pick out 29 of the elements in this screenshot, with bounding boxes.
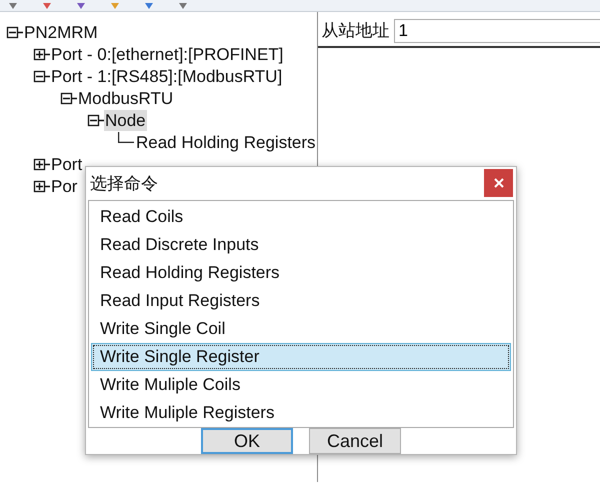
field-label: 从站地址 [322,20,390,42]
close-icon [494,178,504,188]
command-item[interactable]: Read Coils [91,202,511,231]
tree-item[interactable]: Por [50,176,78,196]
toolbar-icon[interactable] [144,2,154,10]
slave-address-field[interactable]: 1 [394,18,600,43]
dialog-title: 选择命令 [90,172,158,195]
command-item[interactable]: Read Input Registers [91,286,511,315]
toolbar-icon[interactable] [8,2,18,10]
tree-item[interactable]: PN2MRM [23,22,99,42]
toolbar-icon[interactable] [178,2,188,10]
command-item[interactable]: Write Single Register [91,342,511,371]
ok-button[interactable]: OK [201,428,293,454]
command-item[interactable]: Read Holding Registers [91,258,511,287]
tree-item[interactable]: Port [50,154,84,174]
tree-item[interactable]: Node [104,110,147,130]
command-item[interactable]: Read Discrete Inputs [91,230,511,259]
command-item[interactable]: Write Muliple Coils [91,370,511,399]
toolbar-icon[interactable] [76,2,86,10]
tree-item[interactable]: Port - 1:[RS485]:[ModbusRTU] [50,66,284,86]
close-button[interactable] [484,169,513,198]
tree-item[interactable]: ModbusRTU [77,88,174,108]
command-item[interactable]: Write Single Coil [91,314,511,343]
command-item[interactable]: Write Muliple Registers [91,398,511,427]
tree-item[interactable]: Port - 0:[ethernet]:[PROFINET] [50,44,284,64]
tree-item[interactable]: Read Holding Registers [135,132,317,152]
cancel-button[interactable]: Cancel [309,428,401,454]
toolbar-icon[interactable] [42,2,52,10]
tree-connector-icon [118,132,134,142]
